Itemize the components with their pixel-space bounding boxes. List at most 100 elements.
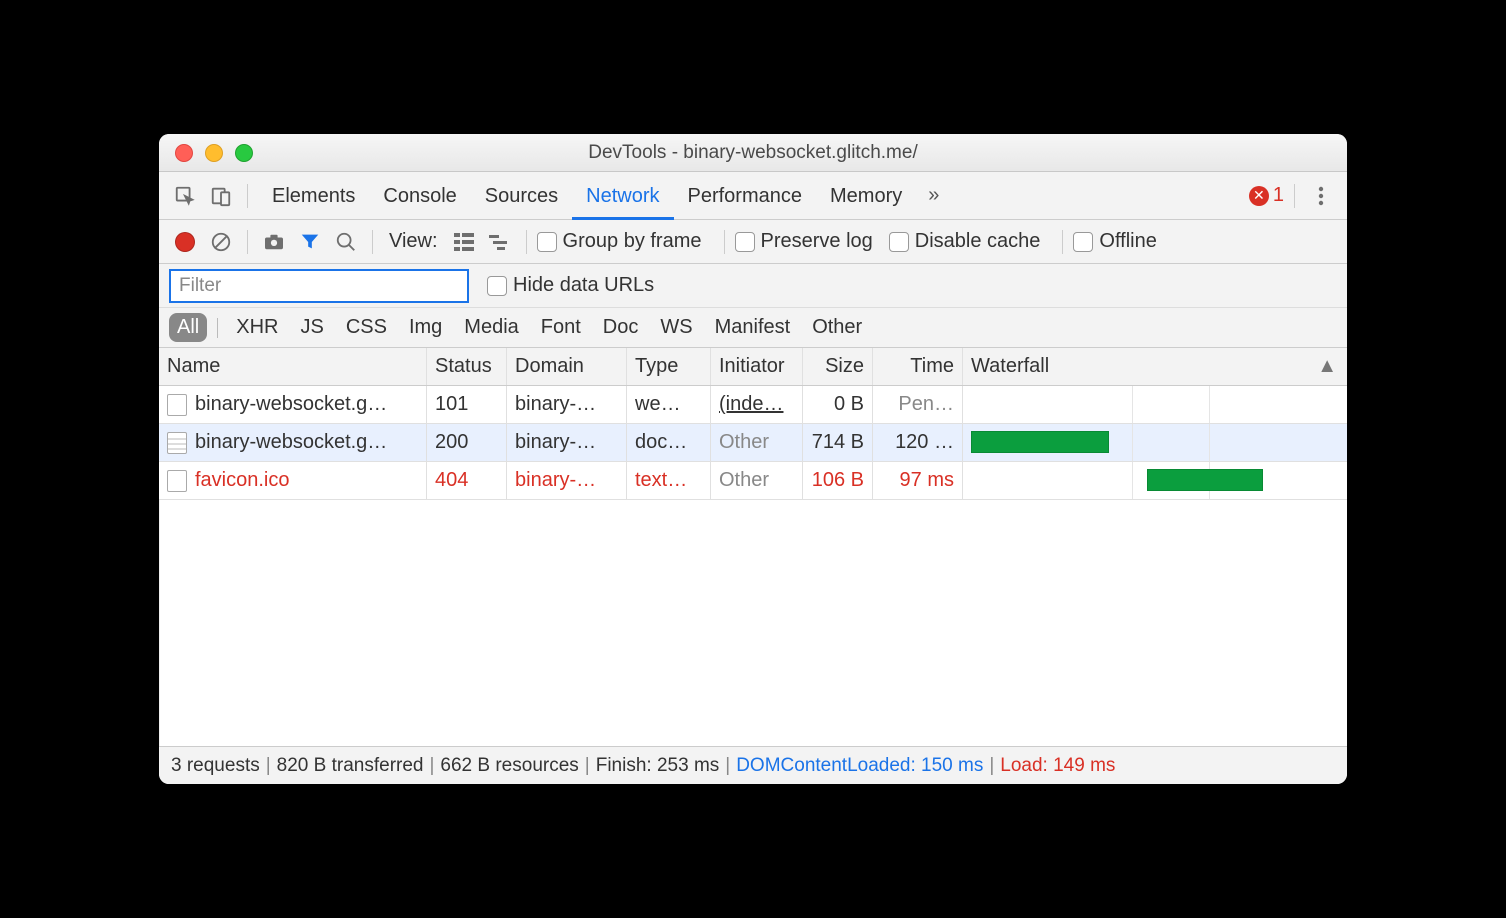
- tab-memory[interactable]: Memory: [816, 172, 916, 220]
- cell-waterfall: [963, 424, 1347, 461]
- traffic-lights: [159, 144, 253, 162]
- search-icon[interactable]: [330, 226, 362, 258]
- divider: [247, 230, 248, 254]
- tab-sources[interactable]: Sources: [471, 172, 572, 220]
- filter-bar: Hide data URLs: [159, 264, 1347, 308]
- cell-size: 0 B: [803, 386, 873, 423]
- cell-initiator: Other: [711, 424, 803, 461]
- status-load: Load: 149 ms: [1000, 755, 1115, 777]
- col-domain[interactable]: Domain: [507, 348, 627, 385]
- cell-domain: binary-…: [507, 424, 627, 461]
- filter-input[interactable]: [169, 269, 469, 303]
- filter-chip-other[interactable]: Other: [804, 313, 870, 342]
- table-empty-area: [159, 500, 1347, 746]
- filter-chip-manifest[interactable]: Manifest: [707, 313, 799, 342]
- devtools-window: DevTools - binary-websocket.glitch.me/ E…: [159, 134, 1347, 784]
- cell-waterfall: [963, 386, 1347, 423]
- zoom-window-button[interactable]: [235, 144, 253, 162]
- filter-chip-ws[interactable]: WS: [652, 313, 700, 342]
- error-count: 1: [1273, 184, 1284, 207]
- filter-chip-js[interactable]: JS: [292, 313, 331, 342]
- inspect-element-icon[interactable]: [169, 180, 201, 212]
- offline-checkbox[interactable]: Offline: [1073, 230, 1156, 253]
- device-toolbar-icon[interactable]: [205, 180, 237, 212]
- large-rows-icon[interactable]: [448, 226, 480, 258]
- filter-chip-doc[interactable]: Doc: [595, 313, 647, 342]
- clear-icon[interactable]: [205, 226, 237, 258]
- panel-tabbar: ElementsConsoleSourcesNetworkPerformance…: [159, 172, 1347, 220]
- tab-elements[interactable]: Elements: [258, 172, 369, 220]
- document-icon: [167, 432, 187, 454]
- divider: [724, 230, 725, 254]
- col-size[interactable]: Size: [803, 348, 873, 385]
- capture-screenshots-icon[interactable]: [258, 226, 290, 258]
- waterfall-bar: [1147, 469, 1262, 491]
- network-toolbar: View: Group by frame Preserve log Disabl…: [159, 220, 1347, 264]
- view-label: View:: [389, 230, 438, 253]
- table-row[interactable]: favicon.ico404binary-…text…Other106 B97 …: [159, 462, 1347, 500]
- filter-chip-css[interactable]: CSS: [338, 313, 395, 342]
- col-name[interactable]: Name: [159, 348, 427, 385]
- status-finish: Finish: 253 ms: [596, 755, 720, 777]
- filter-chip-xhr[interactable]: XHR: [228, 313, 286, 342]
- error-count-badge[interactable]: ✕ 1: [1249, 184, 1284, 207]
- record-button[interactable]: [169, 226, 201, 258]
- preserve-log-checkbox[interactable]: Preserve log: [735, 230, 873, 253]
- initiator-link[interactable]: (inde…: [719, 393, 783, 416]
- tab-console[interactable]: Console: [369, 172, 470, 220]
- cell-size: 714 B: [803, 424, 873, 461]
- col-type[interactable]: Type: [627, 348, 711, 385]
- cell-status: 101: [427, 386, 507, 423]
- kebab-menu-icon[interactable]: [1305, 180, 1337, 212]
- titlebar: DevTools - binary-websocket.glitch.me/: [159, 134, 1347, 172]
- cell-status: 200: [427, 424, 507, 461]
- cell-size: 106 B: [803, 462, 873, 499]
- col-waterfall[interactable]: Waterfall ▲: [963, 348, 1347, 385]
- file-icon: [167, 470, 187, 492]
- status-requests: 3 requests: [171, 755, 260, 777]
- cell-type: text…: [627, 462, 711, 499]
- table-row[interactable]: binary-websocket.g…101binary-…we…(inde…0…: [159, 386, 1347, 424]
- disable-cache-checkbox[interactable]: Disable cache: [889, 230, 1041, 253]
- filter-chip-all[interactable]: All: [169, 313, 207, 342]
- divider: [526, 230, 527, 254]
- col-time[interactable]: Time: [873, 348, 963, 385]
- tab-network[interactable]: Network: [572, 172, 673, 220]
- tab-performance[interactable]: Performance: [674, 172, 817, 220]
- col-status[interactable]: Status: [427, 348, 507, 385]
- status-resources: 662 B resources: [440, 755, 578, 777]
- group-by-frame-checkbox[interactable]: Group by frame: [537, 230, 702, 253]
- overview-icon[interactable]: [484, 226, 516, 258]
- divider: [1294, 184, 1295, 208]
- table-row[interactable]: binary-websocket.g…200binary-…doc…Other7…: [159, 424, 1347, 462]
- divider: [217, 318, 218, 338]
- filter-chip-media[interactable]: Media: [456, 313, 526, 342]
- error-icon: ✕: [1249, 186, 1269, 206]
- status-domcontentloaded: DOMContentLoaded: 150 ms: [736, 755, 983, 777]
- type-filters: All XHRJSCSSImgMediaFontDocWSManifestOthe…: [159, 308, 1347, 348]
- filter-chip-font[interactable]: Font: [533, 313, 589, 342]
- col-initiator[interactable]: Initiator: [711, 348, 803, 385]
- divider: [247, 184, 248, 208]
- status-transferred: 820 B transferred: [277, 755, 424, 777]
- waterfall-bar: [971, 431, 1109, 453]
- more-tabs-icon[interactable]: »: [920, 184, 947, 207]
- cell-time: Pen…: [873, 386, 963, 423]
- cell-domain: binary-…: [507, 386, 627, 423]
- cell-status: 404: [427, 462, 507, 499]
- sort-arrow-icon: ▲: [1317, 355, 1337, 378]
- cell-waterfall: [963, 462, 1347, 499]
- close-window-button[interactable]: [175, 144, 193, 162]
- table-header: Name Status Domain Type Initiator Size T…: [159, 348, 1347, 386]
- filter-chip-img[interactable]: Img: [401, 313, 450, 342]
- cell-name: binary-websocket.g…: [159, 386, 427, 423]
- cell-domain: binary-…: [507, 462, 627, 499]
- cell-time: 120 …: [873, 424, 963, 461]
- minimize-window-button[interactable]: [205, 144, 223, 162]
- cell-initiator: (inde…: [711, 386, 803, 423]
- filter-icon[interactable]: [294, 226, 326, 258]
- cell-name: favicon.ico: [159, 462, 427, 499]
- hide-data-urls-checkbox[interactable]: Hide data URLs: [487, 274, 654, 297]
- cell-type: doc…: [627, 424, 711, 461]
- cell-initiator: Other: [711, 462, 803, 499]
